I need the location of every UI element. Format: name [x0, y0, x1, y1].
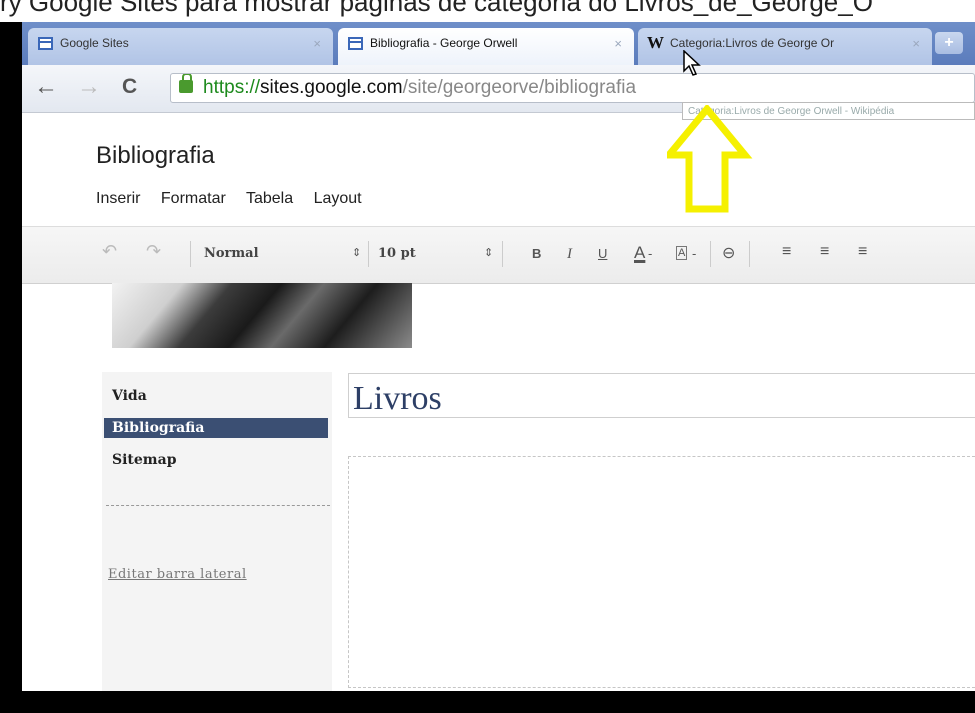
menu-layout[interactable]: Layout: [314, 190, 362, 207]
url-input[interactable]: https://sites.google.com/site/georgeorve…: [170, 73, 975, 103]
tab-label: Google Sites: [60, 36, 129, 50]
tab-bibliografia[interactable]: Bibliografia - George Orwell ×: [338, 28, 634, 65]
toolbar-divider: [190, 241, 191, 267]
google-sites-icon: [348, 37, 363, 50]
close-tab-icon[interactable]: ×: [912, 36, 920, 51]
italic-button[interactable]: I: [567, 246, 572, 263]
mouse-cursor-icon: [683, 50, 701, 76]
tab-google-sites[interactable]: Google Sites ×: [28, 28, 333, 65]
select-arrows-icon: ⇕: [352, 247, 362, 259]
url-scheme: https://: [203, 77, 261, 98]
reload-button[interactable]: C: [122, 75, 137, 99]
google-sites-icon: [38, 37, 53, 50]
toolbar-divider: [368, 241, 369, 267]
edit-sidebar-link[interactable]: Editar barra lateral: [108, 567, 247, 582]
close-tab-icon[interactable]: ×: [313, 36, 321, 51]
toolbar-divider: [502, 241, 503, 267]
browser-window: Google Sites × Bibliografia - George Orw…: [22, 22, 975, 691]
bold-button[interactable]: B: [532, 246, 541, 261]
sidebar-divider: [106, 505, 330, 506]
lock-icon: [179, 74, 193, 93]
close-tab-icon[interactable]: ×: [614, 36, 622, 51]
yellow-up-arrow-icon: [667, 105, 753, 213]
select-arrows-icon: ⇕: [484, 247, 494, 259]
redo-icon[interactable]: ↷: [146, 241, 161, 262]
new-tab-button[interactable]: +: [935, 32, 963, 54]
link-icon[interactable]: ⊖: [722, 243, 735, 263]
tab-strip: Google Sites × Bibliografia - George Orw…: [22, 22, 975, 65]
video-caption-strip: ry Google Sites para mostrar páginas de …: [0, 0, 975, 22]
editor-toolbar: ↶ ↷ Normal ⇕ 10 pt ⇕ B I U A - A - ⊖ ≡ ≡…: [22, 226, 975, 284]
sidebar-item-sitemap[interactable]: Sitemap: [104, 450, 328, 470]
url-path: /site/georgeorve/bibliografia: [402, 77, 637, 98]
menu-inserir[interactable]: Inserir: [96, 190, 140, 207]
editor-menubar: Inserir Formatar Tabela Layout: [96, 190, 378, 208]
tab-label: Bibliografia - George Orwell: [370, 36, 518, 50]
sidebar-item-bibliografia[interactable]: Bibliografia: [104, 418, 328, 438]
url-host: sites.google.com: [260, 77, 403, 98]
cursor-shape: [683, 50, 701, 76]
font-size-select[interactable]: 10 pt: [378, 246, 416, 261]
content-heading: Livros: [353, 380, 442, 417]
site-sidebar: Vida Bibliografia Sitemap Editar barra l…: [102, 372, 332, 691]
back-button[interactable]: ←: [34, 75, 58, 99]
forward-button[interactable]: →: [77, 75, 101, 99]
wikipedia-icon: W: [647, 33, 664, 52]
content-heading-box[interactable]: Livros: [348, 373, 975, 418]
dropdown-icon: -: [692, 246, 697, 261]
numbered-list-icon[interactable]: ≡: [782, 243, 791, 261]
tab-label: Categoria:Livros de George Or: [670, 36, 835, 50]
dropdown-icon: -: [648, 246, 653, 261]
menu-tabela[interactable]: Tabela: [246, 190, 293, 207]
undo-icon[interactable]: ↶: [102, 241, 117, 262]
menu-formatar[interactable]: Formatar: [161, 190, 226, 207]
sidebar-item-vida[interactable]: Vida: [104, 386, 328, 406]
bulleted-list-icon[interactable]: ≡: [820, 243, 829, 261]
toolbar-divider: [710, 241, 711, 267]
underline-button[interactable]: U: [598, 246, 607, 261]
content-edit-area[interactable]: [348, 456, 975, 688]
header-photo: [112, 283, 412, 348]
highlight-color-button[interactable]: A: [676, 246, 688, 260]
arrow-shape: [667, 105, 753, 213]
page-title: Bibliografia: [96, 142, 215, 169]
text-color-button[interactable]: A: [634, 243, 645, 263]
video-caption-text: ry Google Sites para mostrar páginas de …: [0, 0, 873, 17]
indent-icon[interactable]: ≡: [858, 243, 867, 261]
paragraph-style-select[interactable]: Normal: [204, 246, 259, 261]
toolbar-divider: [749, 241, 750, 267]
